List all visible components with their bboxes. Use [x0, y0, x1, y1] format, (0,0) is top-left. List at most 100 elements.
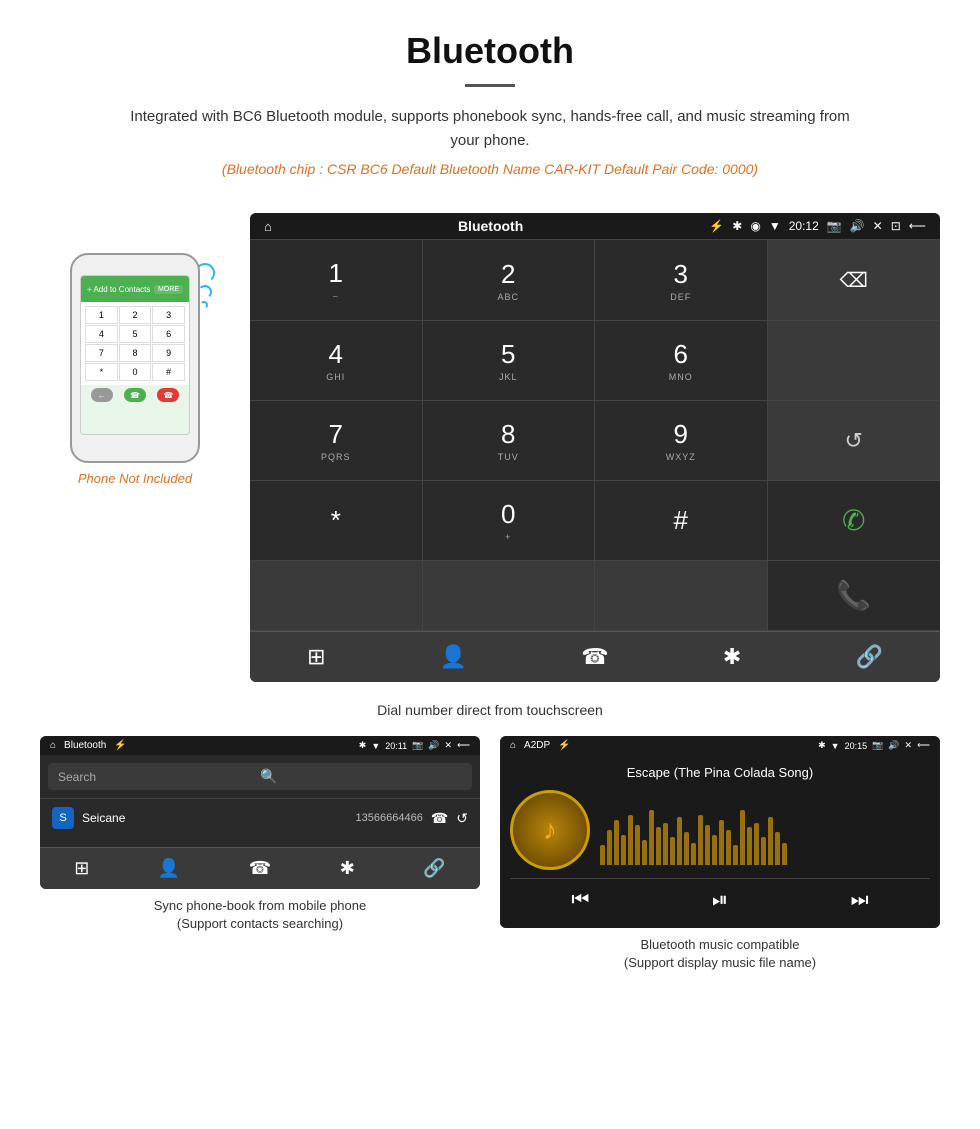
dial-key-refresh[interactable]: ↺: [768, 401, 941, 481]
phone-call-btn: ☎: [124, 388, 146, 402]
time-display: 20:12: [789, 219, 819, 233]
phone-key-3: 3: [152, 306, 185, 324]
usb-icon: ⚡: [709, 219, 724, 233]
pb-nav-contacts[interactable]: 👤: [158, 858, 180, 879]
music-waveform: [600, 795, 930, 865]
contact-sync-icon[interactable]: ↺: [456, 810, 468, 827]
phonebook-search-bar[interactable]: Search 🔍: [48, 763, 472, 790]
music-vol-icon: 🔊: [888, 740, 899, 751]
music-caption: Bluetooth music compatible (Support disp…: [624, 936, 816, 972]
music-screen: ⌂ A2DP ⚡ ✱ ▼ 20:15 📷 🔊 ✕ ⟵ Escape (The P…: [500, 736, 940, 928]
phonebook-caption: Sync phone-book from mobile phone (Suppo…: [154, 897, 366, 933]
phonebook-statusbar: ⌂ Bluetooth ⚡ ✱ ▼ 20:11 📷 🔊 ✕ ⟵: [40, 736, 480, 755]
music-block: ⌂ A2DP ⚡ ✱ ▼ 20:15 📷 🔊 ✕ ⟵ Escape (The P…: [500, 736, 940, 972]
pb-nav-phone[interactable]: ☎: [249, 858, 271, 879]
home-icon[interactable]: ⌂: [264, 219, 272, 234]
pb-time: 20:11: [385, 741, 407, 751]
dial-nav-contacts[interactable]: 👤: [440, 644, 467, 670]
music-statusbar-left: ⌂ A2DP ⚡: [510, 740, 571, 751]
dial-key-hash[interactable]: #: [595, 481, 768, 561]
phone-key-star: *: [85, 363, 118, 381]
music-usb-icon: ⚡: [558, 740, 570, 751]
contact-number: 13566664466: [356, 812, 423, 824]
phone-back-btn: ←: [91, 388, 113, 402]
music-home-icon[interactable]: ⌂: [510, 740, 516, 751]
phone-key-1: 1: [85, 306, 118, 324]
music-time: 20:15: [845, 741, 868, 751]
prev-track-icon[interactable]: ⏮: [571, 889, 589, 912]
music-note-icon: ♪: [543, 814, 557, 846]
dial-screen: ⌂ Bluetooth ⚡ ✱ ◉ ▼ 20:12 📷 🔊 ✕ ⊡ ⟵: [250, 213, 940, 682]
dial-key-empty-4: [595, 561, 768, 631]
dial-key-4[interactable]: 4GHI: [250, 321, 423, 401]
next-track-icon[interactable]: ⏭: [851, 889, 869, 912]
phone-screen: + Add to Contacts MORE 1 2 3 4 5 6 7 8 9…: [80, 275, 190, 435]
dial-key-2[interactable]: 2ABC: [423, 240, 596, 321]
signal-arcs: [198, 263, 215, 309]
dial-key-call[interactable]: ✆: [768, 481, 941, 561]
music-signal-icon: ▼: [831, 741, 840, 751]
dial-key-star[interactable]: *: [250, 481, 423, 561]
spec-line: (Bluetooth chip : CSR BC6 Default Blueto…: [20, 161, 960, 177]
play-pause-icon[interactable]: ⏯: [712, 889, 728, 912]
statusbar-title: Bluetooth: [458, 218, 523, 234]
pb-usb-icon: ⚡: [114, 740, 126, 751]
dial-key-0[interactable]: 0+: [423, 481, 596, 561]
dial-key-1[interactable]: 1⌣: [250, 240, 423, 321]
dial-nav-phone[interactable]: ☎: [581, 644, 608, 670]
phone-screen-top: + Add to Contacts MORE: [81, 276, 189, 302]
dial-key-end[interactable]: 📞: [768, 561, 941, 631]
dial-caption: Dial number direct from touchscreen: [0, 702, 980, 718]
dial-key-6[interactable]: 6MNO: [595, 321, 768, 401]
music-close-icon[interactable]: ✕: [905, 740, 913, 751]
phone-key-7: 7: [85, 344, 118, 362]
close-icon[interactable]: ✕: [873, 219, 883, 233]
bt-status-icon: ✱: [732, 219, 742, 233]
dial-nav-link[interactable]: 🔗: [855, 644, 882, 670]
signal-icon: ▼: [769, 219, 781, 233]
dial-nav-bt[interactable]: ✱: [723, 644, 741, 670]
contact-row[interactable]: S Seicane 13566664466 ☎ ↺: [40, 798, 480, 837]
contact-call-icon[interactable]: ☎: [431, 810, 448, 827]
dial-statusbar: ⌂ Bluetooth ⚡ ✱ ◉ ▼ 20:12 📷 🔊 ✕ ⊡ ⟵: [250, 213, 940, 239]
dial-keypad: 1⌣ 2ABC 3DEF ⌫ 4GHI 5JKL 6MNO 7PQRS 8TUV…: [250, 239, 940, 631]
dial-key-empty-1: [768, 321, 941, 401]
pb-nav-grid[interactable]: ⊞: [74, 858, 89, 879]
phone-bottom-row: ← ☎ ☎: [81, 385, 189, 405]
title-divider: [465, 84, 515, 87]
phone-illustration: ᛒ + Add to Contacts MORE 1 2: [65, 243, 205, 463]
pb-nav-link[interactable]: 🔗: [423, 858, 445, 879]
contact-avatar: S: [52, 807, 74, 829]
pb-close-icon[interactable]: ✕: [445, 740, 453, 751]
dial-key-3[interactable]: 3DEF: [595, 240, 768, 321]
pb-statusbar-right: ✱ ▼ 20:11 📷 🔊 ✕ ⟵: [359, 740, 470, 751]
contact-name: Seicane: [82, 811, 356, 825]
dial-key-5[interactable]: 5JKL: [423, 321, 596, 401]
dial-key-8[interactable]: 8TUV: [423, 401, 596, 481]
main-section: ᛒ + Add to Contacts MORE 1 2: [0, 193, 980, 692]
music-art-area: ♪: [510, 790, 930, 870]
phonebook-block: ⌂ Bluetooth ⚡ ✱ ▼ 20:11 📷 🔊 ✕ ⟵ Search 🔍: [40, 736, 480, 972]
music-statusbar: ⌂ A2DP ⚡ ✱ ▼ 20:15 📷 🔊 ✕ ⟵: [500, 736, 940, 755]
music-back-icon[interactable]: ⟵: [917, 740, 930, 751]
phone-key-5: 5: [119, 325, 152, 343]
pb-home-icon[interactable]: ⌂: [50, 740, 56, 751]
signal-arc-2: [198, 285, 212, 299]
volume-icon: 🔊: [850, 219, 865, 233]
pb-statusbar-left: ⌂ Bluetooth ⚡: [50, 740, 127, 751]
phone-key-hash: #: [152, 363, 185, 381]
dial-nav-grid[interactable]: ⊞: [307, 644, 325, 670]
dial-key-7[interactable]: 7PQRS: [250, 401, 423, 481]
dial-bottom-bar: ⊞ 👤 ☎ ✱ 🔗: [250, 631, 940, 682]
window-icon: ⊡: [891, 219, 901, 233]
pb-nav-bt[interactable]: ✱: [340, 858, 355, 879]
phone-key-8: 8: [119, 344, 152, 362]
pb-camera-icon: 📷: [412, 740, 423, 751]
back-icon[interactable]: ⟵: [909, 219, 926, 233]
pb-back-icon[interactable]: ⟵: [457, 740, 470, 751]
dial-key-9[interactable]: 9WXYZ: [595, 401, 768, 481]
phone-not-included-label: Phone Not Included: [78, 471, 192, 486]
dial-key-backspace[interactable]: ⌫: [768, 240, 941, 321]
phone-key-2: 2: [119, 306, 152, 324]
phonebook-screen: ⌂ Bluetooth ⚡ ✱ ▼ 20:11 📷 🔊 ✕ ⟵ Search 🔍: [40, 736, 480, 889]
